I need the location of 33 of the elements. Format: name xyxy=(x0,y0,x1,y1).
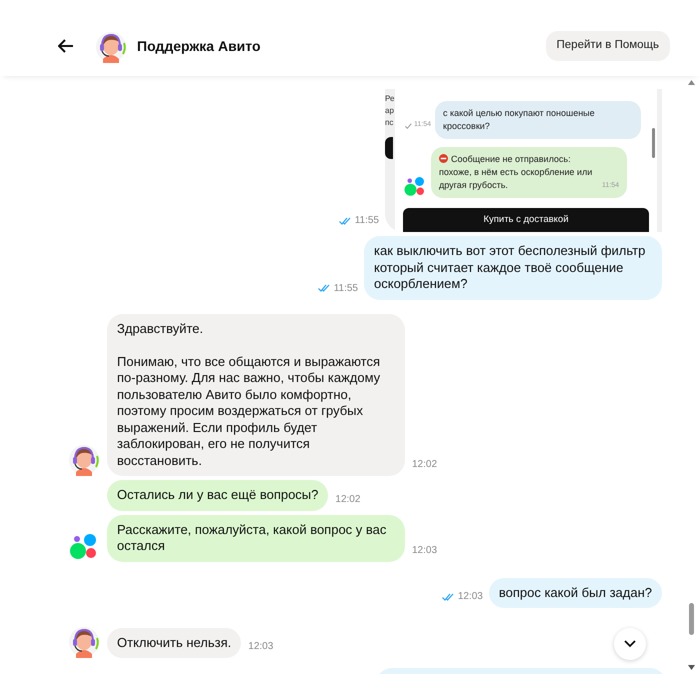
message-time: 12:02 xyxy=(335,492,360,506)
cut-text: ар xyxy=(385,105,395,117)
chat-title: Поддержка Авито xyxy=(137,36,261,56)
message-text: Отключить нельзя. xyxy=(117,634,232,651)
go-to-help-button[interactable]: Перейти в Помощь xyxy=(546,31,670,61)
message-time: 12:03 xyxy=(412,544,438,558)
message-time: 11:55 xyxy=(354,214,379,228)
message-time: 12:02 xyxy=(412,458,438,472)
message-text: вопрос какой был задан? xyxy=(498,584,652,601)
cut-text: пс xyxy=(385,117,394,129)
chevron-down-icon xyxy=(624,640,636,648)
support-agent-avatar xyxy=(68,442,100,476)
cut-button xyxy=(385,137,393,159)
message-time: 12:03 xyxy=(458,590,483,604)
cut-text: Ре xyxy=(385,93,395,105)
support-agent-avatar xyxy=(68,624,100,658)
message-text: как выключить вот этот бесполезный фильтр который считает каждое твоё сообщение оскорблением? xyxy=(374,243,646,292)
message-text: с какой целью покупают поношеные кроссовки? xyxy=(443,106,596,133)
message-text: Остались ли у вас ещё вопросы? xyxy=(117,487,318,504)
message-text: Сообщение не отправилось: похоже, в нём есть оскорбление или другая грубость. xyxy=(439,152,594,192)
scroll-down-button[interactable] xyxy=(614,628,646,660)
message-time: 11:55 xyxy=(334,282,358,296)
message-text: Расскажите, пожалуйста, какой вопрос у вас остался xyxy=(117,522,388,554)
scrollbar-thumb[interactable] xyxy=(688,603,694,635)
scroll-down-icon[interactable] xyxy=(688,665,694,670)
buy-with-delivery-button[interactable]: Купить с доставкой xyxy=(403,208,649,232)
message-text: Здравствуйте. Понимаю, что все общаются и выражаются по-разному. Для нас важно, чтобы каждому пользователю Авито было комфортно, поэтому просим воздержаться от грубых выражений. Если профиль будет заблокирован, его не получится восстановить. xyxy=(117,320,382,469)
blocked-icon xyxy=(439,154,448,163)
scrollbar-thumb[interactable] xyxy=(652,128,654,158)
support-agent-avatar xyxy=(95,29,127,63)
message-time: 12:03 xyxy=(248,640,274,654)
scroll-up-icon[interactable] xyxy=(688,80,694,85)
back-arrow-icon[interactable] xyxy=(58,39,74,53)
